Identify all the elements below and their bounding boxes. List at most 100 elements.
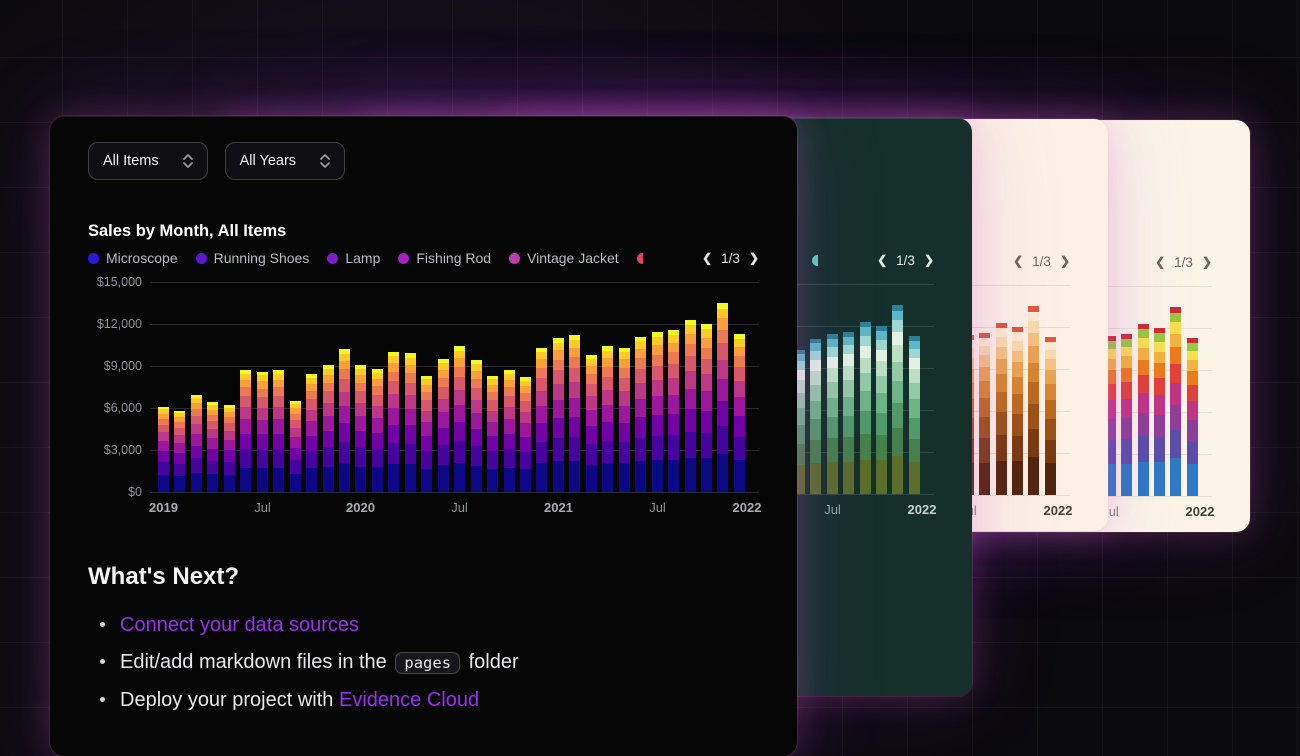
stacked-bar[interactable] [256,371,268,492]
bar-segment [668,363,680,379]
x-axis-label: Jul [649,500,666,515]
legend-dot-icon [811,254,818,266]
stacked-bar[interactable] [651,332,663,492]
stacked-bar[interactable] [552,338,564,492]
stacked-bar[interactable] [843,331,855,494]
stacked-bar[interactable] [1153,328,1165,496]
legend-dot-icon [636,252,643,264]
stacked-bar[interactable] [1186,337,1198,496]
legend-prev-icon[interactable]: ❮ [1155,256,1165,268]
stacked-bar[interactable] [618,347,630,492]
stacked-bar[interactable] [371,368,383,492]
legend-prev-icon[interactable]: ❮ [1013,255,1023,267]
bar-segment [421,422,433,437]
years-filter-dropdown[interactable]: All Years [224,142,346,180]
stacked-bar[interactable] [273,370,285,492]
stacked-bar[interactable] [536,347,548,492]
bar-segment [1028,321,1040,333]
stacked-bar[interactable] [158,406,169,492]
legend-item[interactable]: Vintage Jacket [509,250,619,266]
stacked-bar[interactable] [1170,307,1182,496]
legend-next-icon[interactable]: ❯ [749,252,759,264]
stacked-bar[interactable] [174,410,186,492]
bar-chart[interactable]: $15,000 $12,000 $9,000 $6,000 $3,000 $0 2019 Ju… [97,275,762,515]
stacked-bar[interactable] [190,395,202,492]
stacked-bar[interactable] [668,329,680,492]
stacked-bar[interactable] [454,346,466,492]
stacked-bar[interactable] [470,360,482,492]
bar-segment [717,342,729,360]
bar-segment [717,454,729,492]
stacked-bar[interactable] [437,359,449,492]
bar-segment [223,423,235,432]
stacked-bar[interactable] [635,336,647,492]
bar-segment [826,347,838,357]
stacked-bar[interactable] [223,405,235,492]
bar-segment [684,356,696,372]
bar-segment [519,423,531,437]
bar-segment [651,436,663,461]
legend-next-icon[interactable]: ❯ [924,254,934,266]
stacked-bar[interactable] [338,349,350,492]
stacked-bar[interactable] [826,334,838,494]
bar-segment [487,400,499,411]
stacked-bar[interactable] [322,364,334,492]
bar-segment [859,345,871,358]
bar-segment [503,467,515,492]
legend-item[interactable]: Lamp [327,250,380,266]
stacked-bar[interactable] [995,322,1007,495]
stacked-bar[interactable] [503,370,515,492]
bar-segment [552,350,564,360]
stacked-bar[interactable] [810,338,822,494]
stacked-bar[interactable] [875,326,887,494]
stacked-bar[interactable] [733,333,745,492]
evidence-cloud-link[interactable]: Evidence Cloud [339,689,479,711]
bar-segment [859,411,871,434]
stacked-bar[interactable] [979,332,991,495]
stacked-bar[interactable] [306,374,318,492]
bar-segment [1028,332,1040,346]
stacked-bar[interactable] [908,335,920,494]
bar-segment [892,427,904,457]
stacked-bar[interactable] [1011,327,1023,495]
bar-segment [700,411,712,434]
bar-segment [618,463,630,492]
stacked-bar[interactable] [421,375,433,492]
stacked-bar[interactable] [404,353,416,492]
bar-segment [700,458,712,492]
connect-data-sources-link[interactable]: Connect your data sources [120,614,359,636]
bar-segment [437,363,449,370]
stacked-bar[interactable] [892,305,904,494]
stacked-bar[interactable] [569,335,581,492]
bar-segment [404,372,416,383]
stacked-bar[interactable] [355,364,367,492]
stacked-bar[interactable] [717,303,729,492]
bar-segment [1170,333,1182,347]
items-filter-dropdown[interactable]: All Items [88,142,208,180]
stacked-bar[interactable] [585,354,597,492]
stacked-bar[interactable] [602,346,614,492]
bar-segment [306,383,318,391]
legend-prev-icon[interactable]: ❮ [877,254,887,266]
stacked-bar[interactable] [700,324,712,492]
stacked-bar[interactable] [388,352,400,492]
stacked-bar[interactable] [1121,333,1133,496]
stacked-bar[interactable] [240,370,252,492]
legend-next-icon[interactable]: ❯ [1202,256,1212,268]
bar-segment [1137,375,1149,393]
legend-item[interactable]: Fishing Rod [398,250,491,266]
legend-item[interactable]: Running Shoes [195,250,309,266]
stacked-bar[interactable] [289,401,301,492]
stacked-bar[interactable] [1137,323,1149,496]
stacked-bar[interactable] [207,402,219,492]
stacked-bar[interactable] [519,377,531,492]
stacked-bar[interactable] [684,319,696,492]
legend-next-icon[interactable]: ❯ [1060,255,1070,267]
legend-item[interactable]: Microscope [88,250,178,266]
stacked-bar[interactable] [859,321,871,494]
stacked-bar[interactable] [487,375,499,492]
legend-prev-icon[interactable]: ❮ [702,252,712,264]
stacked-bar[interactable] [1028,306,1040,495]
stacked-bar[interactable] [1044,336,1056,495]
bar-segment [487,451,499,469]
